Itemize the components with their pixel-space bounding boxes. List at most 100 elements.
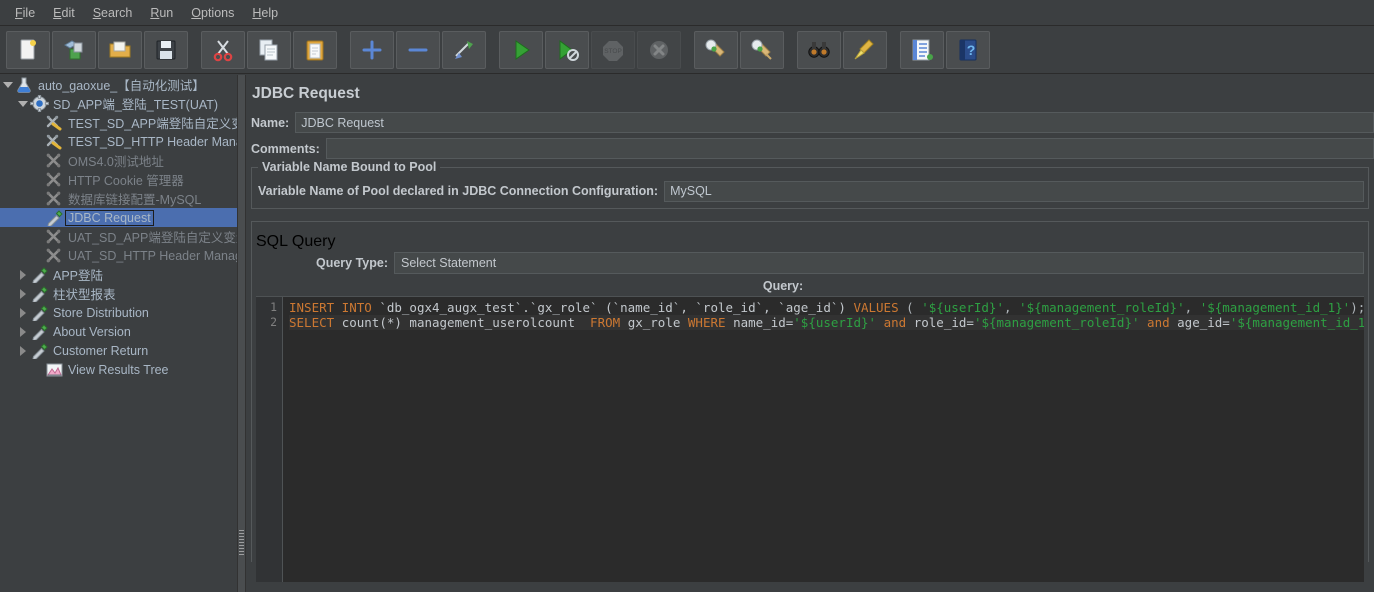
pool-variable-input[interactable]: MySQL (664, 180, 1364, 202)
code-line[interactable]: INSERT INTO `db_ogx4_augx_test`.`gx_role… (289, 300, 1364, 315)
start-no-pauses-button[interactable] (545, 30, 589, 69)
code-token: count(*) management_userolcount (341, 315, 591, 330)
paste-clipboard-button[interactable] (293, 30, 337, 69)
reset-search-broom-button[interactable] (843, 30, 887, 69)
code-token: role_id= (913, 315, 974, 330)
tree-item-0[interactable]: auto_gaoxue_【自动化测试】 (0, 75, 237, 94)
sql-group-title: SQL Query (256, 233, 336, 250)
clear-button[interactable] (694, 30, 738, 69)
code-token: gx_role (627, 315, 688, 330)
menu-bar: File Edit Search Run Options Help (0, 0, 1374, 26)
chevron-down-icon[interactable] (0, 75, 15, 94)
config-disabled-icon (45, 152, 64, 169)
tree-item-10[interactable]: APP登陆 (0, 265, 237, 285)
search-binoculars-icon (806, 37, 832, 63)
function-helper-button[interactable] (900, 30, 944, 69)
chevron-right-icon[interactable] (15, 341, 30, 360)
tree-item-label: View Results Tree (68, 362, 169, 377)
code-token: and (883, 315, 914, 330)
open-folder-button[interactable] (98, 30, 142, 69)
jdbc-request-panel: JDBC Request Name: JDBC Request Comments… (246, 75, 1374, 592)
tree-item-13[interactable]: About Version (0, 322, 237, 342)
tree-item-12[interactable]: Store Distribution (0, 303, 237, 323)
chevron-right-icon[interactable] (15, 322, 30, 341)
tree-item-1[interactable]: SD_APP端_登陆_TEST(UAT) (0, 94, 237, 113)
expand-all-plus-button[interactable] (350, 30, 394, 69)
chevron-right-icon[interactable] (15, 265, 30, 284)
function-helper-icon (909, 37, 935, 63)
menu-item-search[interactable]: Search (84, 3, 142, 23)
tree-item-3[interactable]: TEST_SD_HTTP Header Manager (0, 132, 237, 151)
menu-item-edit[interactable]: Edit (44, 3, 84, 23)
chevron-right-icon[interactable] (15, 284, 30, 303)
variable-name-bound-to-pool-group: Variable Name Bound to Pool Variable Nam… (251, 160, 1369, 209)
chevron-down-icon[interactable] (15, 94, 30, 113)
tree-item-9[interactable]: UAT_SD_HTTP Header Manager (0, 246, 237, 265)
collapse-all-minus-button[interactable] (396, 30, 440, 69)
tree-item-5[interactable]: HTTP Cookie 管理器 (0, 170, 237, 189)
sql-query-editor[interactable]: 12 INSERT INTO `db_ogx4_augx_test`.`gx_r… (256, 296, 1364, 582)
tree-item-4[interactable]: OMS4.0测试地址 (0, 151, 237, 170)
splitter-grip[interactable] (239, 530, 244, 556)
sampler-icon (30, 323, 49, 342)
tree-item-11[interactable]: 柱状型报表 (0, 284, 237, 304)
name-input[interactable]: JDBC Request (295, 112, 1374, 133)
chevron-right-icon[interactable] (15, 303, 30, 322)
name-row: Name: JDBC Request (246, 112, 1374, 133)
tree-item-label: Store Distribution (53, 305, 149, 320)
tree-item-6[interactable]: 数据库链接配置-MySQL (0, 189, 237, 208)
tree-item-7[interactable]: JDBC Request (0, 208, 237, 228)
tree-item-15[interactable]: View Results Tree (0, 360, 237, 379)
tree-item-14[interactable]: Customer Return (0, 341, 237, 361)
templates-icon (61, 37, 87, 63)
code-line[interactable]: SELECT count(*) management_userolcount F… (289, 315, 1364, 330)
copy-button[interactable] (247, 30, 291, 69)
tree-item-label: 柱状型报表 (53, 288, 116, 302)
copy-icon (256, 37, 282, 63)
new-test-plan-button[interactable] (6, 30, 50, 69)
save-floppy-button[interactable] (144, 30, 188, 69)
code-token: age_id= (1177, 315, 1230, 330)
menu-item-file[interactable]: File (6, 3, 44, 23)
code-token: VALUES (853, 300, 907, 315)
help-book-button[interactable]: ? (946, 30, 990, 69)
tree-item-label: SD_APP端_登陆_TEST(UAT) (53, 98, 219, 112)
pool-label: Variable Name of Pool declared in JDBC C… (258, 184, 659, 198)
clear-icon (703, 37, 729, 63)
query-type-select[interactable]: Select Statement (394, 252, 1364, 274)
query-type-label: Query Type: (316, 256, 389, 270)
clear-all-button[interactable] (740, 30, 784, 69)
toggle-button[interactable] (442, 30, 486, 69)
comments-input[interactable] (325, 138, 1374, 159)
start-play-icon (508, 37, 534, 63)
new-test-plan-icon (15, 37, 41, 63)
cut-scissors-button[interactable] (201, 30, 245, 69)
tree-item-label: HTTP Cookie 管理器 (68, 174, 184, 188)
sampler-icon (30, 304, 49, 323)
menu-item-options[interactable]: Options (182, 3, 243, 23)
shutdown-button (637, 30, 681, 69)
menu-item-help[interactable]: Help (243, 3, 287, 23)
sql-code-area[interactable]: INSERT INTO `db_ogx4_augx_test`.`gx_role… (283, 297, 1364, 582)
tree-item-2[interactable]: TEST_SD_APP端登陆自定义变量信 (0, 113, 237, 132)
test-plan-tree[interactable]: auto_gaoxue_【自动化测试】 SD_APP端_登陆_TEST(UAT) T… (0, 75, 237, 592)
templates-button[interactable] (52, 30, 96, 69)
svg-text:?: ? (967, 42, 976, 58)
start-play-button[interactable] (499, 30, 543, 69)
code-token: '${management_id_1}' (1229, 315, 1364, 330)
search-binoculars-button[interactable] (797, 30, 841, 69)
tree-item-label: JDBC Request (65, 209, 154, 226)
menu-item-run[interactable]: Run (141, 3, 182, 23)
start-no-pauses-icon (554, 37, 580, 63)
toolbar: STOP? (0, 26, 1374, 74)
pane-splitter[interactable] (237, 75, 246, 592)
clear-all-icon (749, 37, 775, 63)
tree-item-8[interactable]: UAT_SD_APP端登陆自定义变量信 (0, 227, 237, 246)
